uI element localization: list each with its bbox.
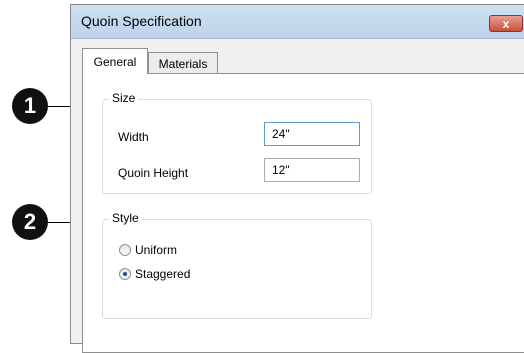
style-groupbox: Style Uniform Staggered — [102, 211, 372, 319]
staggered-radio-label: Staggered — [135, 267, 191, 281]
close-button[interactable]: x — [489, 15, 523, 32]
uniform-radio-label: Uniform — [135, 243, 178, 257]
radio-button-icon[interactable] — [119, 244, 131, 256]
dialog-title: Quoin Specification — [81, 13, 202, 29]
tab-general-label: General — [93, 54, 137, 69]
staggered-radio-option[interactable]: Staggered — [119, 267, 190, 281]
callout-1: 1 — [12, 88, 48, 124]
callout-1-number: 1 — [23, 93, 37, 118]
tab-materials[interactable]: Materials — [148, 52, 218, 74]
size-groupbox: Size Width Quoin Height — [102, 91, 372, 194]
quoin-height-input[interactable] — [264, 158, 360, 182]
uniform-radio-option[interactable]: Uniform — [119, 243, 177, 257]
tab-materials-label: Materials — [158, 56, 208, 71]
callout-2: 2 — [12, 204, 48, 240]
close-icon: x — [502, 16, 510, 31]
general-tab-panel: Size Width Quoin Height Style Uniform St… — [82, 73, 524, 353]
quoin-height-label: Quoin Height — [118, 166, 189, 180]
tab-general[interactable]: General — [82, 48, 148, 74]
size-group-legend: Size — [109, 91, 139, 105]
width-input[interactable] — [264, 122, 360, 146]
callout-2-number: 2 — [23, 209, 37, 234]
style-group-legend: Style — [109, 211, 142, 225]
quoin-specification-dialog: Quoin Specification x General Materials … — [70, 4, 524, 353]
width-label: Width — [118, 130, 149, 144]
radio-button-icon[interactable] — [119, 268, 131, 280]
title-bar[interactable]: Quoin Specification x — [71, 5, 524, 39]
